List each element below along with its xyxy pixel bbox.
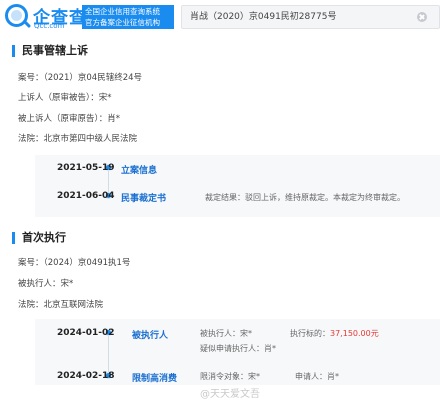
slogan-line-1: 全国企业信用查询系统 (85, 7, 160, 16)
execution-court: 法院：北京互联网法院 (18, 300, 104, 310)
timeline-date: 2021-05-19 (57, 163, 115, 173)
clear-search-icon[interactable] (417, 12, 427, 22)
watermark: @天天爱文吾 (200, 389, 260, 400)
timeline-type[interactable]: 立案信息 (121, 163, 157, 176)
execution-timeline: 2024-01-02 被执行人 被执行人：宋* 执行标的：37,150.00元 … (35, 319, 440, 385)
section-title-appeal: 民事管辖上诉 (12, 45, 88, 57)
slogan-line-2: 官方备案企业征信机构 (85, 18, 160, 27)
execution-executed-party: 被执行人：宋* (18, 279, 74, 289)
appeal-court: 法院：北京市第四中级人民法院 (18, 134, 138, 144)
timeline-type[interactable]: 被执行人 (132, 328, 168, 341)
execution-case-number: 案号：（2024）京0491执1号 (18, 258, 131, 268)
appeal-appellee: 被上诉人（原审原告）：肖* (18, 114, 121, 124)
suspected-applicant: 疑似申请执行人：肖* (200, 344, 276, 353)
appeal-appellant: 上诉人（原审被告）：宋* (18, 93, 112, 103)
timeline-date: 2024-02-18 (57, 371, 115, 381)
execution-amount-value: 37,150.00元 (330, 329, 379, 338)
restriction-target: 限消令对象：宋* (200, 372, 260, 381)
top-header: 企查查 Qcc.com 全国企业信用查询系统 官方备案企业征信机构 肖战（202… (0, 0, 440, 34)
qcc-logo-icon[interactable] (5, 4, 28, 27)
search-input[interactable]: 肖战（2020）京0491民初28775号 (181, 5, 440, 29)
timeline-type[interactable]: 民事裁定书 (121, 191, 166, 204)
execution-amount-label: 执行标的： (290, 329, 330, 338)
executed-person: 被执行人：宋* (200, 329, 252, 338)
brand-url: Qcc.com (34, 22, 65, 30)
restriction-applicant: 申请人：肖* (295, 372, 339, 381)
timeline-date: 2024-01-02 (57, 328, 115, 338)
timeline-type[interactable]: 限制高消费 (132, 371, 177, 384)
brand-slogan: 全国企业信用查询系统 官方备案企业征信机构 (82, 5, 174, 29)
search-value: 肖战（2020）京0491民初28775号 (190, 12, 337, 22)
section-title-execution: 首次执行 (12, 232, 66, 244)
appeal-case-number: 案号：（2021）京04民辖终24号 (18, 73, 143, 83)
execution-amount: 执行标的：37,150.00元 (290, 328, 379, 339)
appeal-timeline: 2021-05-19 立案信息 2021-06-04 民事裁定书 裁定结果：驳回… (35, 155, 440, 217)
logo-inner-icon (11, 10, 22, 21)
timeline-date: 2021-06-04 (57, 191, 115, 201)
ruling-result: 裁定结果：驳回上诉，维持原裁定。本裁定为终审裁定。 (205, 193, 405, 202)
